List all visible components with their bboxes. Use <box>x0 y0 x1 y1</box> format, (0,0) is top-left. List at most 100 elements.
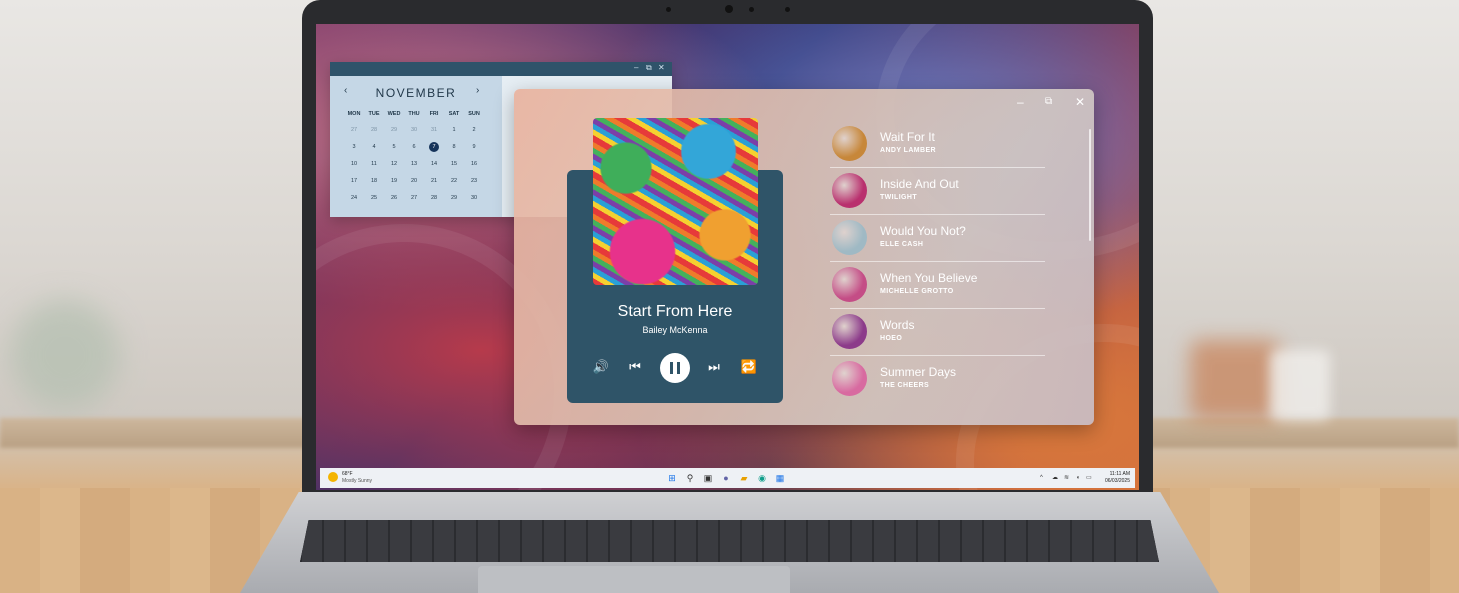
calendar-day[interactable]: 21 <box>424 176 444 193</box>
calendar-day[interactable]: 23 <box>464 176 484 193</box>
track-artist: ELLE CASH <box>880 241 924 248</box>
battery-icon[interactable]: ▭ <box>1086 473 1092 483</box>
taskbar: 68°F Mostly Sunny ⊞ ⚲ ▣ ● ▰ ◉ ▦ ^ ☁ ≋ ◖ … <box>320 468 1135 488</box>
weekday-label: WED <box>387 111 401 117</box>
background-plant <box>10 300 120 410</box>
calendar-day[interactable]: 22 <box>444 176 464 193</box>
weather-temperature[interactable]: 68°F <box>342 471 353 477</box>
calendar-day[interactable]: 3 <box>344 142 364 159</box>
track-item[interactable]: Wait For It ANDY LAMBER <box>830 121 1045 168</box>
track-item[interactable]: Summer Days THE CHEERS <box>830 356 1045 402</box>
store-icon[interactable]: ▦ <box>775 473 785 483</box>
calendar-day[interactable]: 9 <box>464 142 484 159</box>
track-item[interactable]: Would You Not? ELLE CASH <box>830 215 1045 262</box>
track-title: Words <box>880 318 915 332</box>
task-view-icon[interactable]: ▣ <box>703 473 713 483</box>
tray-chevron-icon[interactable]: ^ <box>1040 473 1043 483</box>
pause-icon <box>677 362 680 374</box>
calendar-day[interactable]: 5 <box>384 142 404 159</box>
calendar-day[interactable]: 1 <box>444 125 464 142</box>
calendar-day[interactable]: 26 <box>384 193 404 210</box>
calendar-day[interactable]: 29 <box>444 193 464 210</box>
album-art <box>593 118 758 285</box>
start-menu-icon[interactable]: ⊞ <box>667 473 677 483</box>
calendar-day[interactable]: 15 <box>444 159 464 176</box>
track-title: Summer Days <box>880 365 957 379</box>
calendar-day[interactable]: 17 <box>344 176 364 193</box>
track-item[interactable]: Words HOEO <box>830 309 1045 356</box>
calendar-day[interactable]: 30 <box>464 193 484 210</box>
calendar-day[interactable]: 24 <box>344 193 364 210</box>
calendar-day[interactable]: 13 <box>404 159 424 176</box>
edge-browser-icon[interactable]: ◉ <box>757 473 767 483</box>
calendar-day[interactable]: 31 <box>424 125 444 142</box>
webcam <box>725 5 733 13</box>
track-thumbnail <box>832 173 867 208</box>
now-playing-title: Start From Here <box>617 303 733 320</box>
calendar-day[interactable]: 14 <box>424 159 444 176</box>
sensor-dot <box>749 7 754 12</box>
minimize-button[interactable]: – <box>1017 95 1024 109</box>
clock[interactable]: 11:11 AM 06/03/2025 <box>1100 471 1130 485</box>
restore-button[interactable]: ⧉ <box>646 63 652 73</box>
calendar-day[interactable]: 30 <box>404 125 424 142</box>
speaker-icon[interactable]: ◖ <box>1076 473 1080 483</box>
calendar-next-button[interactable]: › <box>476 85 479 96</box>
keyboard <box>300 520 1159 562</box>
calendar-day[interactable]: 20 <box>404 176 424 193</box>
track-list: Wait For It ANDY LAMBER Inside And Out TWIL… <box>830 121 1045 402</box>
calendar-day[interactable]: 16 <box>464 159 484 176</box>
clock-date: 06/03/2025 <box>1104 478 1130 484</box>
track-title: Inside And Out <box>880 177 959 191</box>
volume-icon[interactable]: 🔊 <box>591 357 611 377</box>
background-jar <box>1270 350 1330 420</box>
calendar-day[interactable]: 10 <box>344 159 364 176</box>
repeat-icon[interactable]: 🔁 <box>739 357 759 377</box>
calendar-day[interactable]: 11 <box>364 159 384 176</box>
calendar-day[interactable]: 4 <box>364 142 384 159</box>
pause-button[interactable] <box>660 353 690 383</box>
calendar-day[interactable]: 27 <box>344 125 364 142</box>
calendar-day[interactable]: 27 <box>404 193 424 210</box>
onedrive-icon[interactable]: ☁ <box>1052 473 1058 483</box>
file-explorer-icon[interactable]: ▰ <box>739 473 749 483</box>
calendar-day[interactable]: 25 <box>364 193 384 210</box>
calendar-day[interactable]: 8 <box>444 142 464 159</box>
sensor-dot <box>666 7 671 12</box>
calendar-day[interactable]: 28 <box>364 125 384 142</box>
previous-track-icon[interactable]: ⏮ <box>625 357 645 377</box>
calendar-grid: MON TUE WED THU FRI SAT SUN 27 28 29 30 31 1 2 3 4 5 6 7 8 9… <box>344 109 494 210</box>
calendar-day[interactable]: 28 <box>424 193 444 210</box>
calendar-day[interactable]: 19 <box>384 176 404 193</box>
background-pot <box>1190 340 1280 420</box>
close-button[interactable]: ✕ <box>658 63 665 72</box>
track-title: When You Believe <box>880 271 978 285</box>
minimize-button[interactable]: – <box>634 63 638 72</box>
track-title: Wait For It <box>880 130 935 144</box>
track-thumbnail <box>832 361 867 396</box>
next-track-icon[interactable]: ⏭ <box>704 357 724 377</box>
wifi-icon[interactable]: ≋ <box>1064 473 1069 483</box>
calendar-day[interactable]: 18 <box>364 176 384 193</box>
calendar-day[interactable]: 6 <box>404 142 424 159</box>
calendar-day[interactable]: 12 <box>384 159 404 176</box>
calendar-day[interactable]: 2 <box>464 125 484 142</box>
track-item[interactable]: Inside And Out TWILIGHT <box>830 168 1045 215</box>
track-thumbnail <box>832 126 867 161</box>
search-icon[interactable]: ⚲ <box>685 473 695 483</box>
calendar-day[interactable]: 29 <box>384 125 404 142</box>
track-artist: ANDY LAMBER <box>880 147 936 154</box>
weather-sun-icon[interactable] <box>328 472 338 482</box>
track-list-scrollbar[interactable] <box>1089 129 1091 241</box>
chat-icon[interactable]: ● <box>721 473 731 483</box>
weather-description[interactable]: Mostly Sunny <box>342 478 372 484</box>
calendar-day[interactable]: 7 <box>424 142 444 159</box>
restore-button[interactable]: ⧉ <box>1045 95 1052 109</box>
weekday-label: TUE <box>368 111 380 117</box>
close-button[interactable]: ✕ <box>1075 95 1085 109</box>
track-item[interactable]: When You Believe MICHELLE GROTTO <box>830 262 1045 309</box>
track-thumbnail <box>832 267 867 302</box>
track-artist: THE CHEERS <box>880 382 930 389</box>
track-artist: HOEO <box>880 335 903 342</box>
weekday-label: SAT <box>448 111 460 117</box>
